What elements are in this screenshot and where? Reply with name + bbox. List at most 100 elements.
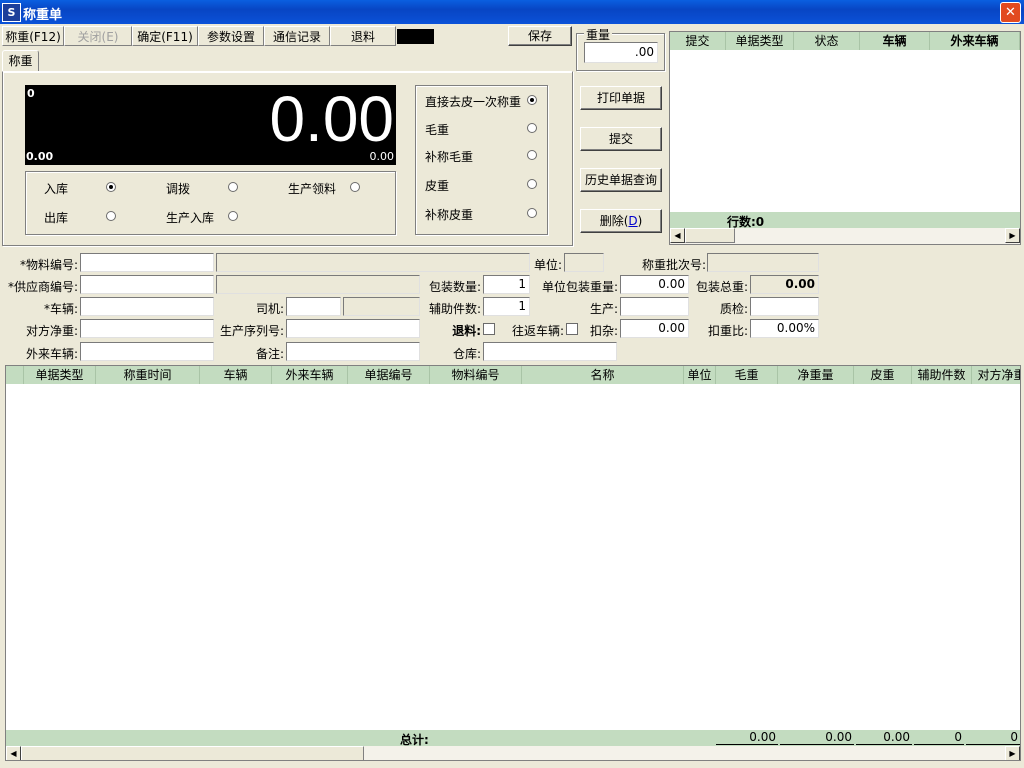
- comm-log-button[interactable]: 通信记录: [264, 26, 330, 46]
- confirm-button[interactable]: 确定(F11): [132, 26, 198, 46]
- print-button[interactable]: 打印单据: [580, 86, 662, 110]
- scroll-right-icon[interactable]: ▶: [1005, 746, 1020, 760]
- main-grid-hscrollbar[interactable]: ◀ ▶: [6, 746, 1020, 760]
- weight-label: 重量: [584, 26, 613, 43]
- mode-option-radio-retare[interactable]: [527, 208, 537, 218]
- driver-name-display: [343, 297, 420, 316]
- supplier-code-input[interactable]: [80, 275, 214, 294]
- main-grid-col-vehicle[interactable]: 车辆: [200, 366, 272, 384]
- production-label: 生产:: [589, 302, 618, 316]
- supplier-code-label: *供应商编号:: [7, 280, 78, 294]
- round-trip-checkbox[interactable]: [566, 323, 578, 335]
- top-grid-col-status[interactable]: 状态: [794, 32, 860, 50]
- deduct-ratio-input[interactable]: 0.00%: [750, 319, 819, 338]
- return-material-button[interactable]: 退料: [330, 26, 396, 46]
- warehouse-input[interactable]: [483, 342, 617, 361]
- mode-option-radio-tare[interactable]: [527, 179, 537, 189]
- top-grid-col-external-vehicle[interactable]: 外来车辆: [930, 32, 1020, 50]
- type-option-label: 生产领料: [288, 182, 337, 196]
- type-option-radio-production-in[interactable]: [228, 211, 238, 221]
- remark-label: 备注:: [255, 347, 284, 361]
- main-grid-col-name[interactable]: 名称: [522, 366, 684, 384]
- driver-input[interactable]: [286, 297, 341, 316]
- history-button[interactable]: 历史单据查询: [580, 168, 662, 192]
- main-grid: 单据类型 称重时间 车辆 外来车辆 单据编号 物料编号 名称 单位 毛重 净重量…: [5, 365, 1021, 761]
- weight-display: 0 0.00 0.00 0.00: [25, 83, 396, 165]
- mode-option-label: 直接去皮一次称重: [425, 95, 522, 109]
- pack-total-display: 0.00: [750, 275, 819, 294]
- scroll-left-icon[interactable]: ◀: [6, 746, 21, 760]
- type-option-label: 入库: [44, 182, 69, 196]
- unit-pack-weight-label: 单位包装重量:: [541, 280, 618, 294]
- scroll-left-icon[interactable]: ◀: [670, 228, 685, 243]
- serial-input[interactable]: [286, 319, 420, 338]
- main-grid-col-net[interactable]: 净重量: [778, 366, 854, 384]
- type-option-radio-outbound[interactable]: [106, 211, 116, 221]
- weight-input[interactable]: .00: [584, 42, 658, 63]
- main-grid-col-tare[interactable]: 皮重: [854, 366, 912, 384]
- top-grid-hscrollbar[interactable]: ◀ ▶: [670, 228, 1020, 244]
- display-bottom-left: 0.00: [26, 150, 54, 163]
- scroll-right-icon[interactable]: ▶: [1005, 228, 1020, 243]
- main-grid-col-weigh-time[interactable]: 称重时间: [96, 366, 200, 384]
- top-grid-col-vehicle[interactable]: 车辆: [860, 32, 930, 50]
- close-window-button[interactable]: ✕: [1000, 2, 1021, 23]
- main-grid-col-gross[interactable]: 毛重: [716, 366, 778, 384]
- type-option-label: 调拨: [166, 182, 191, 196]
- app-icon: S: [2, 3, 21, 22]
- type-option-radio-inbound[interactable]: [106, 182, 116, 192]
- mode-option-radio-regross[interactable]: [527, 150, 537, 160]
- main-grid-header: 单据类型 称重时间 车辆 外来车辆 单据编号 物料编号 名称 单位 毛重 净重量…: [6, 366, 1020, 384]
- params-button[interactable]: 参数设置: [198, 26, 264, 46]
- main-grid-col-unit[interactable]: 单位: [684, 366, 716, 384]
- main-grid-col-aux-qty[interactable]: 辅助件数: [912, 366, 972, 384]
- external-vehicle-input[interactable]: [80, 342, 214, 361]
- scroll-thumb[interactable]: [685, 228, 735, 243]
- submit-button[interactable]: 提交: [580, 127, 662, 151]
- top-grid-col-submit[interactable]: 提交: [670, 32, 726, 50]
- material-code-input[interactable]: [80, 253, 214, 272]
- tab-weigh[interactable]: 称重: [2, 50, 39, 72]
- mode-option-radio-gross[interactable]: [527, 123, 537, 133]
- round-trip-label: 往返车辆:: [511, 324, 564, 338]
- top-grid-footer: 行数:0: [670, 212, 1020, 229]
- aux-qty-input[interactable]: 1: [483, 297, 530, 316]
- driver-label: 司机:: [255, 302, 284, 316]
- serial-label: 生产序列号:: [219, 324, 284, 338]
- weigh-button[interactable]: 称重(F12): [2, 26, 64, 46]
- display-top-left: 0: [27, 87, 35, 100]
- delete-button[interactable]: 删除(D): [580, 209, 662, 233]
- type-option-radio-transfer[interactable]: [228, 182, 238, 192]
- deduct-label: 扣杂:: [589, 324, 618, 338]
- window-title: 称重单: [23, 8, 63, 23]
- type-option-label: 出库: [44, 211, 69, 225]
- counter-net-input[interactable]: [80, 319, 214, 338]
- mode-option-radio-direct[interactable]: [527, 95, 537, 105]
- top-grid: 提交 单据类型 状态 车辆 外来车辆 行数:0 ◀ ▶: [669, 31, 1021, 245]
- production-input[interactable]: [620, 297, 689, 316]
- top-grid-col-doc-type[interactable]: 单据类型: [726, 32, 794, 50]
- material-code-label: *物料编号:: [19, 258, 78, 272]
- type-option-radio-production-pick[interactable]: [350, 182, 360, 192]
- pack-qty-input[interactable]: 1: [483, 275, 530, 294]
- main-grid-col-doc-no[interactable]: 单据编号: [348, 366, 430, 384]
- deduct-input[interactable]: 0.00: [620, 319, 689, 338]
- total-aux-qty: 0: [914, 730, 964, 745]
- qc-input[interactable]: [750, 297, 819, 316]
- save-button[interactable]: 保存: [508, 26, 572, 46]
- vehicle-label: *车辆:: [43, 302, 78, 316]
- main-grid-col-external-vehicle[interactable]: 外来车辆: [272, 366, 348, 384]
- vehicle-input[interactable]: [80, 297, 214, 316]
- pack-qty-label: 包装数量:: [428, 280, 481, 294]
- remark-input[interactable]: [286, 342, 420, 361]
- main-grid-col-doc-type[interactable]: 单据类型: [24, 366, 96, 384]
- return-checkbox[interactable]: [483, 323, 495, 335]
- unit-label: 单位:: [534, 258, 563, 272]
- delete-hotkey: D: [628, 214, 638, 228]
- close-button[interactable]: 关闭(E): [64, 26, 132, 46]
- scroll-thumb[interactable]: [21, 746, 364, 760]
- main-grid-col-counter-net[interactable]: 对方净重: [972, 366, 1020, 384]
- main-grid-col-material-code[interactable]: 物料编号: [430, 366, 522, 384]
- unit-pack-weight-input[interactable]: 0.00: [620, 275, 689, 294]
- unit-display: [564, 253, 604, 272]
